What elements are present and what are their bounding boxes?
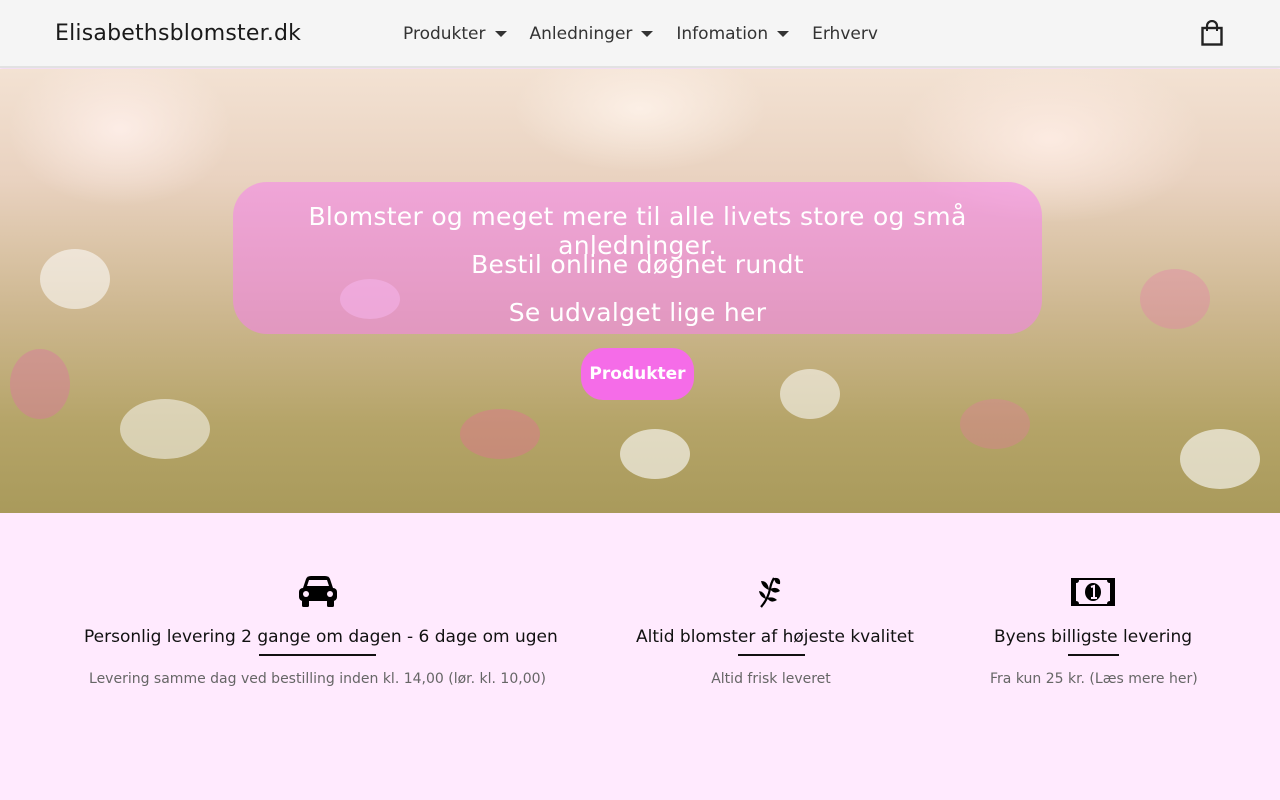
caret-down-icon — [641, 31, 654, 37]
money-icon — [1071, 578, 1115, 606]
flower-decoration — [40, 249, 110, 309]
nav-item-label: Anledninger — [529, 24, 633, 44]
nav-item-erhverv[interactable]: Erhverv — [812, 24, 878, 44]
shopping-bag-icon[interactable] — [1201, 20, 1223, 46]
feature-description: Altid frisk leveret — [711, 671, 831, 687]
hero-text-panel: Blomster og meget mere til alle livets s… — [233, 182, 1042, 334]
feature-description[interactable]: Fra kun 25 kr. (Læs mere her) — [990, 671, 1198, 687]
feature-price: Byens billigste levering Fra kun 25 kr. … — [990, 575, 1198, 687]
hero-subline: Bestil online døgnet rundt — [471, 250, 804, 279]
flower-decoration — [780, 369, 840, 419]
car-icon — [298, 576, 337, 607]
feature-title: Altid blomster af højeste kvalitet — [636, 627, 914, 647]
caret-down-icon — [777, 31, 790, 37]
feature-title: Personlig levering 2 gange om dagen - 6 … — [84, 627, 558, 647]
flower-decoration — [120, 399, 210, 459]
feature-quality: Altid blomster af højeste kvalitet Altid… — [636, 575, 914, 687]
flower-decoration — [1140, 269, 1210, 329]
nav-item-label: Erhverv — [812, 24, 878, 44]
feature-title: Byens billigste levering — [993, 627, 1193, 647]
flower-decoration — [460, 409, 540, 459]
site-logo[interactable]: Elisabethsblomster.dk — [55, 21, 301, 46]
flower-decoration — [10, 349, 70, 419]
hero-banner: Blomster og meget mere til alle livets s… — [0, 69, 1280, 513]
title-divider — [737, 654, 805, 656]
flower-decoration — [620, 429, 690, 479]
feature-delivery: Personlig levering 2 gange om dagen - 6 … — [84, 575, 558, 687]
leaf-icon — [759, 577, 781, 608]
flower-decoration — [960, 399, 1030, 449]
nav-item-label: Infomation — [676, 24, 769, 44]
feature-description: Levering samme dag ved bestilling inden … — [89, 671, 546, 687]
title-divider — [259, 654, 376, 656]
nav-item-infomation[interactable]: Infomation — [676, 24, 790, 44]
title-divider — [1067, 654, 1119, 656]
site-header: Elisabethsblomster.dk Produkter Anlednin… — [0, 0, 1280, 68]
hero-cta-text: Se udvalget lige her — [508, 298, 767, 327]
nav-item-produkter[interactable]: Produkter — [403, 24, 508, 44]
main-nav: Produkter Anledninger Infomation Erhverv — [403, 24, 878, 44]
nav-item-label: Produkter — [403, 24, 486, 44]
flower-decoration — [1180, 429, 1260, 489]
nav-item-anledninger[interactable]: Anledninger — [530, 24, 655, 44]
caret-down-icon — [494, 31, 507, 37]
products-button[interactable]: Produkter — [581, 348, 694, 400]
